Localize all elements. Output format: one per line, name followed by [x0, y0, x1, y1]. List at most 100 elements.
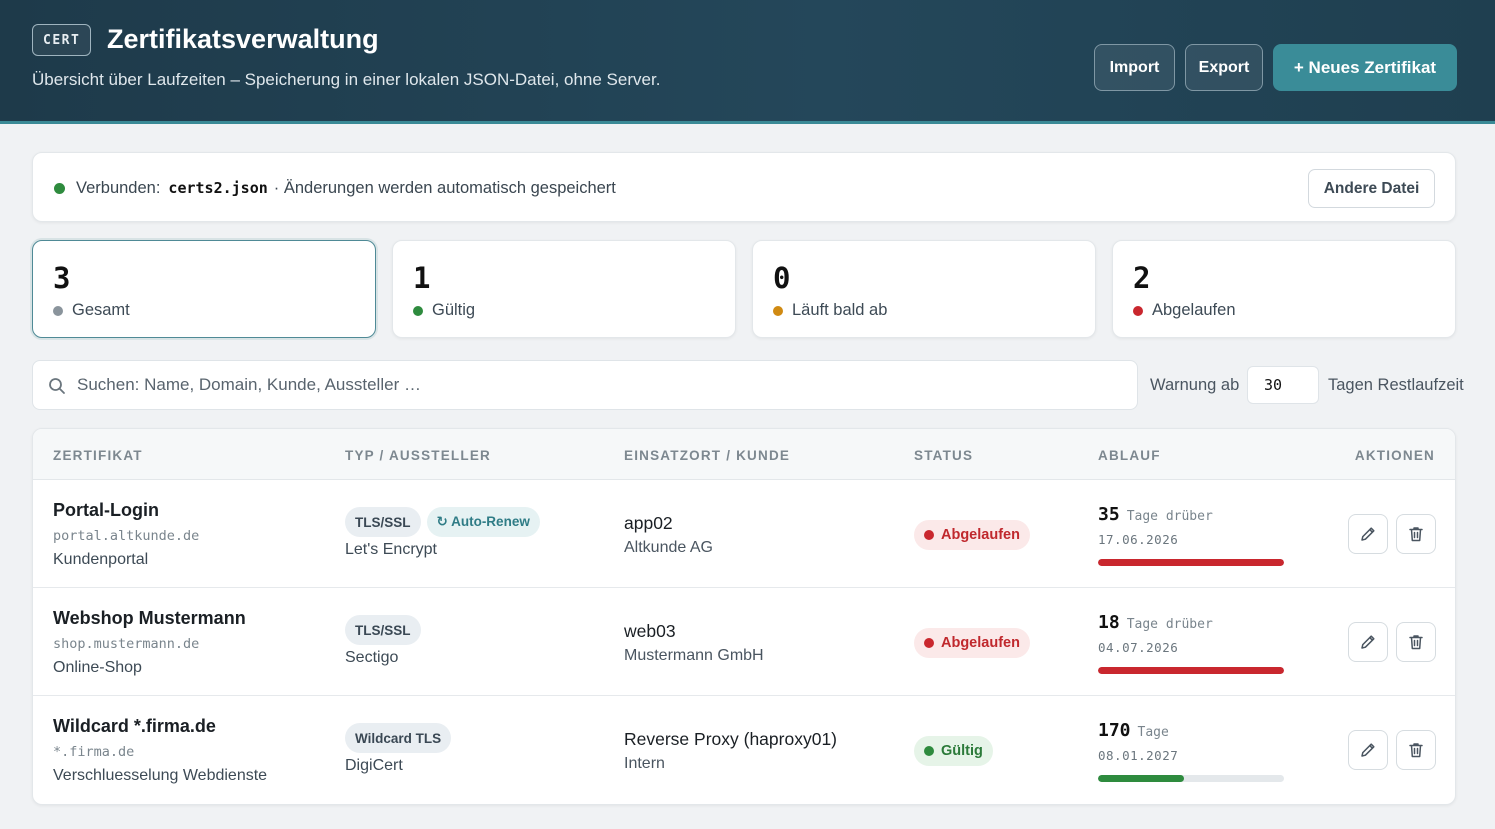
stat-label: Gesamt	[72, 301, 130, 319]
delete-button[interactable]	[1396, 514, 1436, 554]
warning-suffix: Tagen Restlaufzeit	[1328, 376, 1464, 394]
auto-renew-tag: ↻ Auto-Renew	[426, 507, 540, 537]
column-header-actions: AKTIONEN	[1354, 448, 1435, 463]
type-tags: TLS/SSL	[345, 615, 421, 645]
expiry-progress-fill	[1098, 667, 1284, 674]
customer: Intern	[624, 755, 665, 772]
warning-days-input[interactable]	[1247, 366, 1319, 404]
gray-dot-icon	[53, 305, 63, 316]
issuer: Let's Encrypt	[345, 541, 437, 558]
certificate-domain: *.firma.de	[53, 744, 135, 760]
deployment-location: Reverse Proxy (haproxy01)	[624, 729, 837, 749]
table-header: ZERTIFIKAT TYP / AUSSTELLER EINSATZORT /…	[33, 429, 1455, 480]
status-dot-icon	[924, 638, 934, 648]
days-remaining: 35 Tage drüber	[1098, 504, 1213, 525]
cert-badge: CERT	[32, 24, 92, 56]
stat-card-valid[interactable]: 1 Gültig	[392, 240, 736, 338]
certificate-domain: portal.altkunde.de	[53, 528, 200, 544]
certificate-description: Kundenportal	[53, 551, 149, 568]
expiry-date: 04.07.2026	[1098, 640, 1179, 655]
column-header-type-issuer: TYP / AUSSTELLER	[345, 448, 491, 463]
table-row: Portal-Login portal.altkunde.de Kundenpo…	[33, 480, 1455, 588]
stat-value: 3	[53, 261, 71, 295]
stat-card-expired[interactable]: 2 Abgelaufen	[1112, 240, 1456, 338]
issuer: DigiCert	[345, 757, 403, 774]
days-count: 35	[1098, 504, 1120, 525]
certificate-description: Online-Shop	[53, 659, 142, 676]
search-icon	[49, 378, 65, 394]
expiry-progress-fill	[1098, 775, 1184, 782]
column-header-status: STATUS	[914, 448, 974, 463]
table-row: Wildcard *.firma.de *.firma.de Verschlue…	[33, 696, 1455, 804]
connection-label: Verbunden:	[76, 179, 161, 197]
connection-status: Verbunden: certs2.json · Änderungen werden…	[76, 179, 616, 198]
expiry-date: 17.06.2026	[1098, 532, 1179, 547]
status-dot-icon	[924, 746, 934, 756]
status-label: Gültig	[941, 743, 983, 759]
type-tags: Wildcard TLS	[345, 723, 452, 753]
export-button[interactable]: Export	[1185, 44, 1263, 91]
type-tag: TLS/SSL	[345, 615, 421, 645]
column-header-expiry: ABLAUF	[1098, 448, 1161, 463]
stat-value: 1	[413, 261, 431, 295]
expiry-date: 08.01.2027	[1098, 748, 1179, 763]
edit-button[interactable]	[1348, 622, 1388, 662]
customer: Mustermann GmbH	[624, 647, 764, 664]
delete-button[interactable]	[1396, 622, 1436, 662]
connection-bar: Verbunden: certs2.json · Änderungen werden…	[32, 152, 1456, 222]
connected-status-dot	[54, 183, 65, 194]
trash-icon	[1409, 743, 1423, 758]
type-tag: Wildcard TLS	[345, 723, 452, 753]
stat-card-expiring[interactable]: 0 Läuft bald ab	[752, 240, 1096, 338]
certificate-name: Wildcard *.firma.de	[53, 716, 216, 736]
other-file-button[interactable]: Andere Datei	[1308, 169, 1435, 208]
column-header-certificate: ZERTIFIKAT	[53, 448, 143, 463]
stat-card-total[interactable]: 3 Gesamt	[32, 240, 376, 338]
new-certificate-button[interactable]: + Neues Zertifikat	[1273, 44, 1457, 91]
green-dot-icon	[413, 305, 423, 316]
stat-label-row: Gesamt	[53, 301, 130, 320]
days-count: 18	[1098, 612, 1120, 633]
stat-label: Läuft bald ab	[792, 301, 888, 319]
edit-button[interactable]	[1348, 730, 1388, 770]
orange-dot-icon	[773, 305, 783, 316]
delete-button[interactable]	[1396, 730, 1436, 770]
days-unit: Tage drüber	[1126, 617, 1213, 632]
deployment-location: app02	[624, 513, 673, 533]
days-count: 170	[1098, 720, 1131, 741]
status-label: Abgelaufen	[941, 527, 1020, 543]
deployment-location: web03	[624, 621, 676, 641]
red-dot-icon	[1133, 305, 1143, 316]
days-unit: Tage	[1137, 725, 1169, 740]
pencil-icon	[1361, 635, 1375, 649]
page-title: Zertifikatsverwaltung	[107, 24, 379, 54]
column-header-location-customer: EINSATZORT / KUNDE	[624, 448, 791, 463]
stat-label-row: Läuft bald ab	[773, 301, 887, 320]
trash-icon	[1409, 527, 1423, 542]
certificate-description: Verschluesselung Webdienste	[53, 767, 268, 784]
expiry-progress-bar	[1098, 667, 1284, 674]
table-row: Webshop Mustermann shop.mustermann.de On…	[33, 588, 1455, 696]
type-tags: TLS/SSL ↻ Auto-Renew	[345, 507, 540, 537]
certificate-name: Webshop Mustermann	[53, 608, 246, 628]
warning-label: Warnung ab	[1150, 376, 1240, 394]
stat-value: 0	[773, 261, 791, 295]
certificate-domain: shop.mustermann.de	[53, 636, 200, 652]
stat-value: 2	[1133, 261, 1151, 295]
expiry-progress-bar	[1098, 559, 1284, 566]
stat-label-row: Gültig	[413, 301, 475, 320]
search-box	[32, 360, 1138, 410]
certificate-name: Portal-Login	[53, 500, 159, 520]
edit-button[interactable]	[1348, 514, 1388, 554]
stat-label: Abgelaufen	[1152, 301, 1236, 319]
days-remaining: 18 Tage drüber	[1098, 612, 1213, 633]
import-button[interactable]: Import	[1094, 44, 1175, 91]
search-input[interactable]	[77, 361, 1117, 409]
certificate-table: ZERTIFIKAT TYP / AUSSTELLER EINSATZORT /…	[32, 428, 1456, 805]
days-unit: Tage drüber	[1126, 509, 1213, 524]
stat-label-row: Abgelaufen	[1133, 301, 1236, 320]
issuer: Sectigo	[345, 649, 399, 666]
status-badge: Gültig	[914, 736, 993, 766]
status-label: Abgelaufen	[941, 635, 1020, 651]
app-header: CERT Zertifikatsverwaltung Übersicht übe…	[0, 0, 1495, 124]
